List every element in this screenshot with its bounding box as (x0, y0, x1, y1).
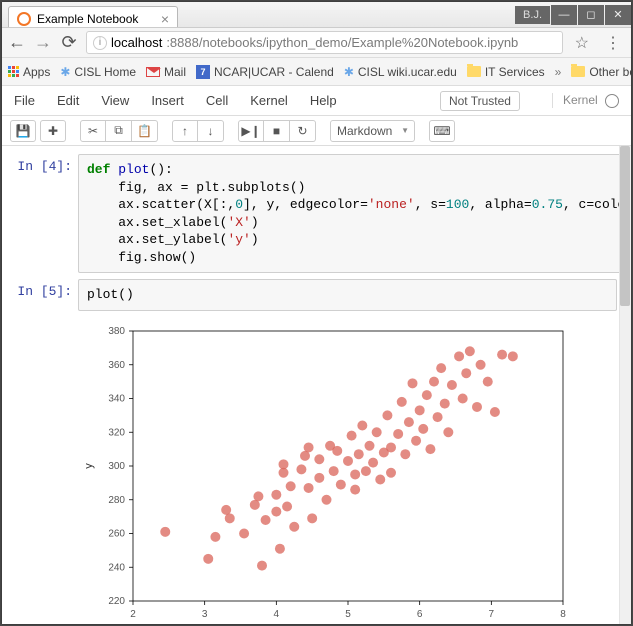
bookmark-label: IT Services (485, 65, 545, 79)
bookmark-label: Other bookmarks (589, 65, 633, 79)
url-path: :8888/notebooks/ipython_demo/Example%20N… (166, 35, 518, 50)
scrollbar-track[interactable] (619, 146, 631, 624)
kernel-label: Kernel (552, 93, 619, 108)
bookmark-label: NCAR|UCAR - Calend (214, 65, 334, 79)
menu-edit[interactable]: Edit (57, 93, 79, 108)
cut-button[interactable]: ✂ (80, 120, 106, 142)
bookmark-it-services[interactable]: IT Services (467, 65, 545, 79)
kernel-indicator-icon (605, 94, 619, 108)
output-cell: 2345678220240260280300320340360380Xy (6, 317, 617, 624)
code-content: plot() (87, 286, 608, 304)
bookmark-cisl-wiki[interactable]: ✱ CISL wiki.ucar.edu (344, 65, 457, 79)
apps-grid-icon (8, 66, 19, 77)
cell-input[interactable]: plot() (78, 279, 617, 311)
svg-text:4: 4 (274, 609, 280, 620)
bookmark-star-icon[interactable]: ☆ (571, 33, 593, 53)
bookmark-label: CISL Home (74, 65, 136, 79)
svg-text:220: 220 (108, 596, 125, 607)
tab-title: Example Notebook (37, 12, 138, 26)
svg-text:6: 6 (417, 609, 423, 620)
gear-icon: ✱ (344, 65, 354, 79)
svg-text:340: 340 (108, 393, 125, 404)
user-label: B.J. (515, 6, 550, 24)
svg-text:280: 280 (108, 495, 125, 506)
bookmark-overflow[interactable]: » (555, 65, 562, 79)
window-close-button[interactable]: ✕ (605, 5, 631, 25)
jupyter-icon (17, 12, 31, 26)
svg-text:5: 5 (345, 609, 351, 620)
svg-text:360: 360 (108, 360, 125, 371)
url-host: localhost (111, 35, 162, 50)
browser-addressbar: ← → ⟳ i localhost :8888/notebooks/ipython… (2, 28, 631, 58)
bookmark-label: CISL wiki.ucar.edu (358, 65, 457, 79)
cell-prompt: In [4]: (6, 154, 78, 273)
menu-view[interactable]: View (101, 93, 129, 108)
back-button[interactable]: ← (8, 32, 26, 53)
menu-kernel[interactable]: Kernel (250, 93, 288, 108)
restart-button[interactable]: ↻ (290, 120, 316, 142)
svg-text:2: 2 (130, 609, 136, 620)
svg-text:8: 8 (560, 609, 566, 620)
bookmark-cisl-home[interactable]: ✱ CISL Home (60, 65, 136, 79)
stop-button[interactable]: ■ (264, 120, 290, 142)
move-up-button[interactable]: ↑ (172, 120, 198, 142)
celltype-value: Markdown (337, 124, 392, 138)
gear-icon: ✱ (60, 65, 70, 79)
folder-icon (467, 66, 481, 77)
cell-output: 2345678220240260280300320340360380Xy (78, 317, 617, 624)
bookmark-label: Mail (164, 65, 186, 79)
svg-text:240: 240 (108, 562, 125, 573)
run-button[interactable]: ▶❙ (238, 120, 264, 142)
menu-file[interactable]: File (14, 93, 35, 108)
save-button[interactable]: 💾 (10, 120, 36, 142)
other-bookmarks[interactable]: Other bookmarks (571, 65, 633, 79)
site-info-icon[interactable]: i (93, 36, 107, 50)
reload-button[interactable]: ⟳ (60, 32, 78, 53)
cell-input[interactable]: def plot(): fig, ax = plt.subplots() ax.… (78, 154, 631, 273)
apps-button[interactable]: Apps (8, 65, 50, 79)
apps-label: Apps (23, 65, 50, 79)
svg-text:260: 260 (108, 528, 125, 539)
calendar-icon: 7 (196, 65, 210, 79)
svg-text:300: 300 (108, 461, 125, 472)
window-minimize-button[interactable]: — (551, 5, 577, 25)
notebook-cells-area[interactable]: In [4]: def plot(): fig, ax = plt.subplo… (2, 146, 631, 624)
url-input[interactable]: i localhost :8888/notebooks/ipython_demo/… (86, 31, 563, 54)
scatter-chart: 2345678220240260280300320340360380Xy (78, 321, 578, 624)
window-maximize-button[interactable]: ◻ (578, 5, 604, 25)
bookmark-mail[interactable]: Mail (146, 65, 186, 79)
bookmark-bar: Apps ✱ CISL Home Mail 7 NCAR|UCAR - Calend… (2, 58, 631, 86)
code-content: def plot(): fig, ax = plt.subplots() ax.… (87, 161, 631, 266)
bookmark-ncar-ucar[interactable]: 7 NCAR|UCAR - Calend (196, 65, 334, 79)
browser-menu-icon[interactable]: ⋮ (601, 33, 625, 53)
copy-button[interactable]: ⧉ (106, 120, 132, 142)
move-down-button[interactable]: ↓ (198, 120, 224, 142)
browser-tab[interactable]: Example Notebook × (8, 6, 178, 27)
menu-insert[interactable]: Insert (151, 93, 184, 108)
add-cell-button[interactable]: ✚ (40, 120, 66, 142)
svg-text:7: 7 (489, 609, 495, 620)
svg-text:3: 3 (202, 609, 208, 620)
cell-prompt: In [5]: (6, 279, 78, 311)
forward-button[interactable]: → (34, 32, 52, 53)
celltype-select[interactable]: Markdown (330, 120, 415, 142)
svg-text:320: 320 (108, 427, 125, 438)
code-cell[interactable]: In [4]: def plot(): fig, ax = plt.subplo… (6, 154, 617, 273)
trusted-badge[interactable]: Not Trusted (440, 91, 520, 111)
command-palette-button[interactable]: ⌨ (429, 120, 455, 142)
svg-text:y: y (83, 463, 95, 469)
svg-text:380: 380 (108, 326, 125, 337)
tab-close-icon[interactable]: × (161, 11, 169, 27)
code-cell[interactable]: In [5]: plot() (6, 279, 617, 311)
notebook-menubar: File Edit View Insert Cell Kernel Help N… (2, 86, 631, 116)
paste-button[interactable]: 📋 (132, 120, 158, 142)
browser-titlebar: Example Notebook × B.J. — ◻ ✕ (2, 2, 631, 28)
cell-prompt (6, 317, 78, 624)
notebook-toolbar: 💾 ✚ ✂ ⧉ 📋 ↑ ↓ ▶❙ ■ ↻ Markdown ⌨ (2, 116, 631, 146)
scrollbar-thumb[interactable] (620, 146, 630, 306)
menu-help[interactable]: Help (310, 93, 337, 108)
folder-icon (571, 66, 585, 77)
gmail-icon (146, 67, 160, 77)
menu-cell[interactable]: Cell (206, 93, 228, 108)
